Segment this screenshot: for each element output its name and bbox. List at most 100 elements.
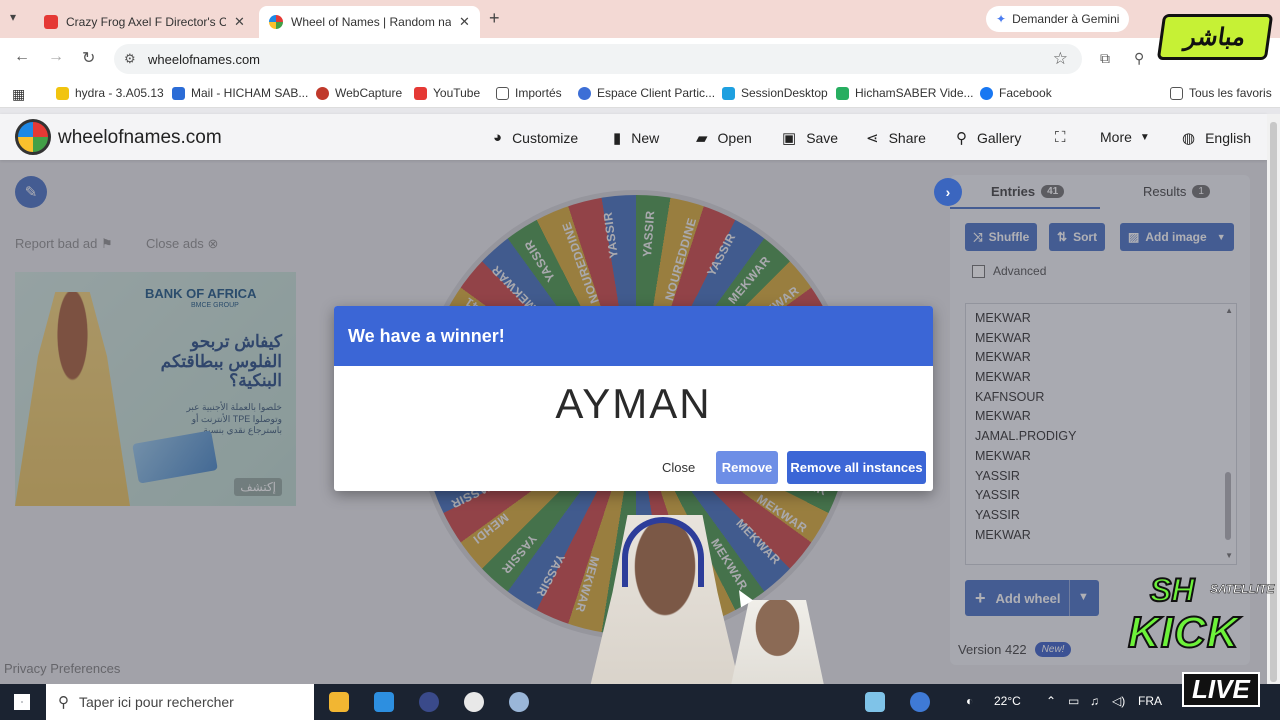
entry-item[interactable]: MEKWAR <box>975 528 1076 548</box>
fullscreen-button[interactable]: ⛶ <box>1055 129 1076 146</box>
menu-share[interactable]: ⋖ Share <box>866 129 926 147</box>
forward-icon[interactable]: → <box>48 48 64 66</box>
entry-item[interactable]: YASSIR <box>975 508 1076 528</box>
advanced-checkbox[interactable]: Advanced <box>972 264 1046 278</box>
scroll-up-icon[interactable]: ▲ <box>1225 306 1233 315</box>
caret-down-icon: ▼ <box>1139 131 1150 143</box>
entries-scrollbar-thumb[interactable] <box>1225 472 1231 540</box>
shuffle-button[interactable]: ⤨ Shuffle <box>965 223 1038 251</box>
bookmark-youtube[interactable]: YouTube <box>414 86 480 100</box>
close-button[interactable]: Close <box>652 451 705 484</box>
wheel-logo-icon[interactable] <box>15 119 51 155</box>
gemini-button[interactable]: ✦ Demander à Gemini <box>986 6 1130 32</box>
bookmark-mail[interactable]: Mail - HICHAM SAB... <box>172 86 308 100</box>
webcapture-icon <box>316 86 329 100</box>
obs-icon[interactable] <box>910 692 930 712</box>
entry-item[interactable]: JAMAL.PRODIGY <box>975 429 1076 449</box>
entry-item[interactable]: MEKWAR <box>975 350 1076 370</box>
caret-down-icon[interactable]: ▼ <box>1078 591 1089 603</box>
entry-item[interactable]: MEKWAR <box>975 311 1076 331</box>
entries-textarea[interactable]: MEKWAR MEKWAR MEKWAR MEKWAR KAFNSOUR MEKWAR JA… <box>965 303 1237 565</box>
bookmark-hichamsaber[interactable]: HichamSABER Vide... <box>836 86 974 100</box>
entry-item[interactable]: MEKWAR <box>975 370 1076 390</box>
add-image-button[interactable]: ▨ Add image ▼ <box>1120 223 1234 251</box>
bookmark-star-icon[interactable]: ☆ <box>1053 49 1068 69</box>
browser-tab-bar: ▾ Crazy Frog Axel F Director's Cut ✕ Whe… <box>0 0 1280 38</box>
edit-pencil-button[interactable]: ✎ <box>15 176 47 208</box>
bookmark-webcapture[interactable]: WebCapture <box>316 86 402 100</box>
bookmark-label: WebCapture <box>335 86 403 100</box>
temperature-label[interactable]: 22°C <box>994 694 1021 708</box>
menu-customize[interactable]: ◕ Customize <box>493 129 578 146</box>
advertisement-banner[interactable]: BANK OF AFRICA BMCE GROUP كيفاش تربحو ال… <box>15 272 296 506</box>
back-icon[interactable]: ← <box>14 48 30 66</box>
bookmark-hydra[interactable]: hydra - 3.A05.13 <box>56 86 164 100</box>
report-bad-ad-link[interactable]: Report bad ad ⚑ <box>15 236 113 252</box>
menu-save[interactable]: ▣ Save <box>782 129 838 147</box>
tab-crazy-frog[interactable]: Crazy Frog Axel F Director's Cut ✕ <box>34 6 255 38</box>
bookmark-label: Tous les favoris <box>1189 86 1272 100</box>
entry-item[interactable]: YASSIR <box>975 469 1076 489</box>
menu-new[interactable]: ▮ New <box>613 129 659 147</box>
screenshot-icon[interactable]: ⧉ <box>1100 50 1110 67</box>
app-icon[interactable] <box>509 692 529 712</box>
store-icon[interactable] <box>374 692 394 712</box>
tab-wheel-of-names[interactable]: Wheel of Names | Random nam ✕ <box>259 6 480 38</box>
tab-search-icon[interactable]: ▾ <box>10 10 16 24</box>
entry-item[interactable]: KAFNSOUR <box>975 390 1076 410</box>
add-wheel-button[interactable]: + Add wheel ▼ <box>965 580 1099 616</box>
tab-results[interactable]: Results 1 <box>1143 184 1210 199</box>
remove-all-instances-button[interactable]: Remove all instances <box>787 451 926 484</box>
winner-name: AYMAN <box>555 380 712 427</box>
entry-item[interactable]: MEKWAR <box>975 409 1076 429</box>
bookmark-importes[interactable]: Importés <box>496 86 562 100</box>
remove-button[interactable]: Remove <box>716 451 778 484</box>
address-bar[interactable]: ⚙ wheelofnames.com ☆ <box>114 44 1082 74</box>
menu-language[interactable]: ◍ English <box>1182 129 1251 147</box>
notepad-icon[interactable] <box>865 692 885 712</box>
menu-gallery[interactable]: ⚲ Gallery <box>956 129 1021 147</box>
entry-item[interactable]: YASSIR <box>975 488 1076 508</box>
weather-icon[interactable]: ◐ <box>966 694 973 708</box>
sort-button[interactable]: ⇅ Sort <box>1049 223 1106 251</box>
scroll-down-icon[interactable]: ▼ <box>1225 551 1233 560</box>
menu-label: English <box>1205 130 1252 146</box>
ad-cta-button[interactable]: إكتشف <box>234 478 282 496</box>
version-label: Version 422 <box>958 642 1027 657</box>
apps-icon[interactable]: ▦ <box>12 86 25 103</box>
extensions-icon[interactable]: ⚲ <box>1134 50 1144 67</box>
entry-item[interactable]: MEKWAR <box>975 331 1076 351</box>
bookmark-espace-client[interactable]: Espace Client Partic... <box>578 86 715 100</box>
shuffle-icon: ⤨ <box>973 229 983 244</box>
bookmark-all-favorites[interactable]: Tous les favoris <box>1170 86 1272 100</box>
close-ads-link[interactable]: Close ads ⊗ <box>146 236 218 252</box>
windows-start-icon[interactable] <box>14 694 30 710</box>
menu-open[interactable]: ▰ Open <box>696 129 752 147</box>
chrome-icon[interactable] <box>464 692 484 712</box>
new-tab-button[interactable]: + <box>489 8 500 29</box>
chevron-up-icon[interactable]: ⌃ <box>1046 694 1056 708</box>
close-icon[interactable]: ✕ <box>459 14 470 30</box>
reload-icon[interactable]: ↻ <box>82 48 95 68</box>
network-icon[interactable]: ▭ <box>1068 694 1079 708</box>
menu-more[interactable]: More ▼ <box>1100 129 1150 145</box>
bookmark-facebook[interactable]: Facebook <box>980 86 1052 100</box>
arabic-live-text: مباشر <box>1182 23 1248 51</box>
checkbox-box[interactable] <box>972 264 985 278</box>
entry-item[interactable]: MEKWAR <box>975 449 1076 469</box>
tab-entries[interactable]: Entries 41 <box>991 184 1065 199</box>
privacy-preferences-link[interactable]: Privacy Preferences <box>4 661 120 676</box>
taskbar-search-box[interactable]: ⚲ Taper ici pour rechercher <box>46 684 314 720</box>
new-badge[interactable]: New! <box>1034 642 1072 657</box>
dialog-title: We have a winner! <box>334 306 933 366</box>
microphone-icon[interactable]: ♫ <box>1090 694 1099 708</box>
close-icon[interactable]: ✕ <box>234 14 245 30</box>
button-label: Shuffle <box>988 230 1030 244</box>
collapse-panel-button[interactable]: › <box>934 178 962 206</box>
camera-app-icon[interactable] <box>419 692 439 712</box>
bookmark-sessiondesktop[interactable]: SessionDesktop <box>722 86 828 100</box>
site-info-icon[interactable]: ⚙ <box>124 51 136 67</box>
site-name[interactable]: wheelofnames.com <box>58 127 222 149</box>
file-explorer-icon[interactable] <box>329 692 349 712</box>
ad-bank-name: BANK OF AFRICA <box>145 286 257 301</box>
